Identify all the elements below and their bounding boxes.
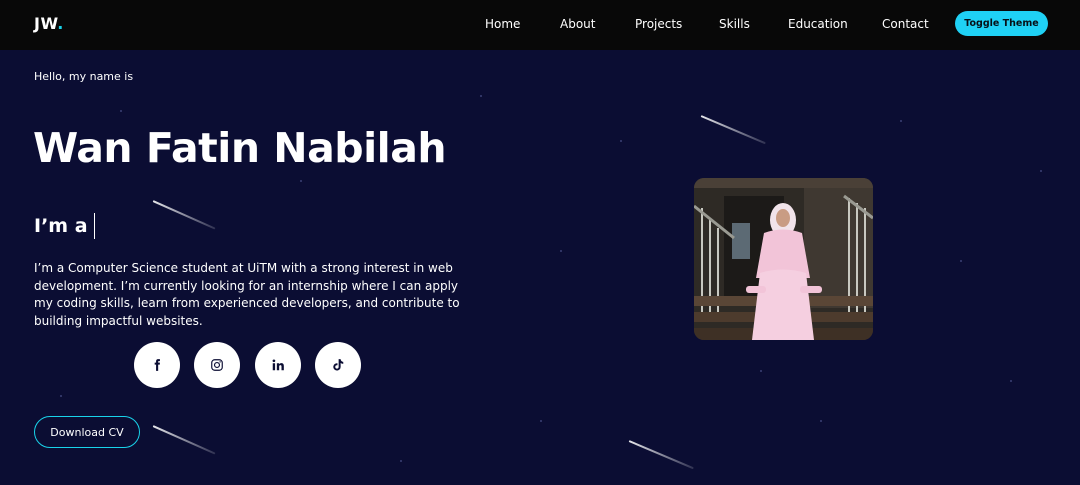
nav-link-education[interactable]: Education — [788, 17, 848, 31]
facebook-icon — [154, 359, 160, 371]
nav-link-projects[interactable]: Projects — [635, 17, 682, 31]
tiktok-button[interactable] — [315, 342, 361, 388]
instagram-icon — [211, 359, 223, 371]
instagram-button[interactable] — [194, 342, 240, 388]
typing-role: I’m a — [34, 213, 96, 239]
typing-cursor — [93, 213, 96, 239]
nav-link-home[interactable]: Home — [485, 17, 520, 31]
nav-link-about[interactable]: About — [560, 17, 595, 31]
role-prefix: I’m a — [34, 215, 88, 237]
nav-link-skills[interactable]: Skills — [719, 17, 750, 31]
toggle-theme-button[interactable]: Toggle Theme — [955, 11, 1048, 36]
facebook-button[interactable] — [134, 342, 180, 388]
greeting-text: Hello, my name is — [34, 70, 134, 83]
profile-photo — [694, 178, 873, 340]
hero-name: Wan Fatin Nabilah — [33, 124, 447, 172]
tiktok-icon — [333, 359, 344, 371]
navbar: JW. Home About Projects Skills Education… — [0, 0, 1080, 50]
download-cv-button[interactable]: Download CV — [34, 416, 140, 448]
nav-link-contact[interactable]: Contact — [882, 17, 929, 31]
nav-links: Home About Projects Skills Education Con… — [0, 0, 1080, 50]
linkedin-icon — [272, 359, 284, 371]
linkedin-button[interactable] — [255, 342, 301, 388]
bio-text: I’m a Computer Science student at UiTM w… — [34, 261, 460, 328]
